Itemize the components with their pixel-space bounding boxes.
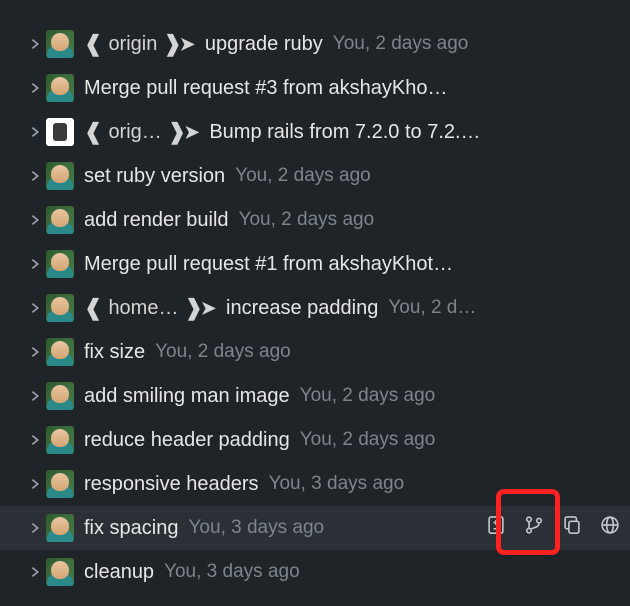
expand-chevron-icon[interactable] xyxy=(24,125,46,139)
commit-meta: You, 2 days ago xyxy=(239,209,375,231)
commit-message: upgrade ruby xyxy=(205,33,323,56)
commit-row[interactable]: set ruby version You, 2 days ago xyxy=(0,154,630,198)
commit-message: Bump rails from 7.2.0 to 7.2.… xyxy=(209,121,480,144)
commit-meta: You, 2 days ago xyxy=(300,429,436,451)
commit-meta: You, 2 days ago xyxy=(333,33,469,55)
commit-row[interactable]: Merge pull request #1 from akshayKhot… xyxy=(0,242,630,286)
user-avatar xyxy=(46,426,74,454)
branch-badge: ❰orig…❱➤ xyxy=(84,119,199,145)
commit-message: increase padding xyxy=(226,297,378,320)
commit-message: reduce header padding xyxy=(84,429,290,452)
expand-chevron-icon[interactable] xyxy=(24,213,46,227)
user-avatar xyxy=(46,338,74,366)
commit-message: add smiling man image xyxy=(84,385,290,408)
expand-chevron-icon[interactable] xyxy=(24,37,46,51)
commit-message: set ruby version xyxy=(84,165,225,188)
user-avatar xyxy=(46,514,74,542)
expand-chevron-icon[interactable] xyxy=(24,81,46,95)
git-branch-icon xyxy=(524,515,544,541)
commit-meta: You, 2 days ago xyxy=(235,165,371,187)
commit-meta: You, 3 days ago xyxy=(189,517,325,539)
commit-meta: You, 3 days ago xyxy=(164,561,300,583)
commit-row[interactable]: fix spacing You, 3 days ago xyxy=(0,506,630,550)
commit-row[interactable]: ❰origin❱➤ upgrade ruby You, 2 days ago xyxy=(0,22,630,66)
branch-name: orig… xyxy=(102,121,167,144)
commit-meta: You, 2 d… xyxy=(388,297,476,319)
user-avatar xyxy=(46,250,74,278)
branch-name: home… xyxy=(102,297,184,320)
commit-message: cleanup xyxy=(84,561,154,584)
commit-message: Merge pull request #1 from akshayKhot… xyxy=(84,253,453,276)
copy-sha-button[interactable] xyxy=(558,514,586,542)
commit-message: responsive headers xyxy=(84,473,259,496)
commit-row[interactable]: reduce header padding You, 2 days ago xyxy=(0,418,630,462)
commit-row[interactable]: cleanup You, 3 days ago xyxy=(0,550,630,594)
commit-row[interactable]: add render build You, 2 days ago xyxy=(0,198,630,242)
commit-meta: You, 3 days ago xyxy=(269,473,405,495)
commit-row[interactable]: fix size You, 2 days ago xyxy=(0,330,630,374)
commit-row[interactable]: add smiling man image You, 2 days ago xyxy=(0,374,630,418)
branch-badge: ❰origin❱➤ xyxy=(84,31,195,57)
expand-chevron-icon[interactable] xyxy=(24,565,46,579)
expand-chevron-icon[interactable] xyxy=(24,477,46,491)
file-diff-icon xyxy=(486,515,506,541)
copy-icon xyxy=(562,515,582,541)
user-avatar xyxy=(46,558,74,586)
expand-chevron-icon[interactable] xyxy=(24,345,46,359)
commit-row[interactable]: Merge pull request #3 from akshayKho… xyxy=(0,66,630,110)
user-avatar xyxy=(46,382,74,410)
commit-message: fix size xyxy=(84,341,145,364)
commit-meta: You, 2 days ago xyxy=(300,385,436,407)
bot-avatar xyxy=(46,118,74,146)
open-diff-button[interactable] xyxy=(482,514,510,542)
user-avatar xyxy=(46,74,74,102)
user-avatar xyxy=(46,30,74,58)
user-avatar xyxy=(46,294,74,322)
expand-chevron-icon[interactable] xyxy=(24,389,46,403)
commit-message: Merge pull request #3 from akshayKho… xyxy=(84,77,448,100)
commit-message: add render build xyxy=(84,209,229,232)
expand-chevron-icon[interactable] xyxy=(24,169,46,183)
branch-name: origin xyxy=(102,33,163,56)
expand-chevron-icon[interactable] xyxy=(24,433,46,447)
commit-message: fix spacing xyxy=(84,517,179,540)
user-avatar xyxy=(46,162,74,190)
user-avatar xyxy=(46,470,74,498)
commit-row[interactable]: ❰orig…❱➤ Bump rails from 7.2.0 to 7.2.… xyxy=(0,110,630,154)
commit-row[interactable]: responsive headers You, 3 days ago xyxy=(0,462,630,506)
commit-list: ❰origin❱➤ upgrade ruby You, 2 days ago Merg… xyxy=(0,0,630,594)
globe-icon xyxy=(600,515,620,541)
commit-meta: You, 2 days ago xyxy=(155,341,291,363)
commit-row[interactable]: ❰home…❱➤ increase padding You, 2 d… xyxy=(0,286,630,330)
checkout-branch-button[interactable] xyxy=(520,514,548,542)
open-remote-button[interactable] xyxy=(596,514,624,542)
expand-chevron-icon[interactable] xyxy=(24,301,46,315)
user-avatar xyxy=(46,206,74,234)
row-actions xyxy=(472,506,624,550)
branch-badge: ❰home…❱➤ xyxy=(84,295,216,321)
expand-chevron-icon[interactable] xyxy=(24,521,46,535)
expand-chevron-icon[interactable] xyxy=(24,257,46,271)
